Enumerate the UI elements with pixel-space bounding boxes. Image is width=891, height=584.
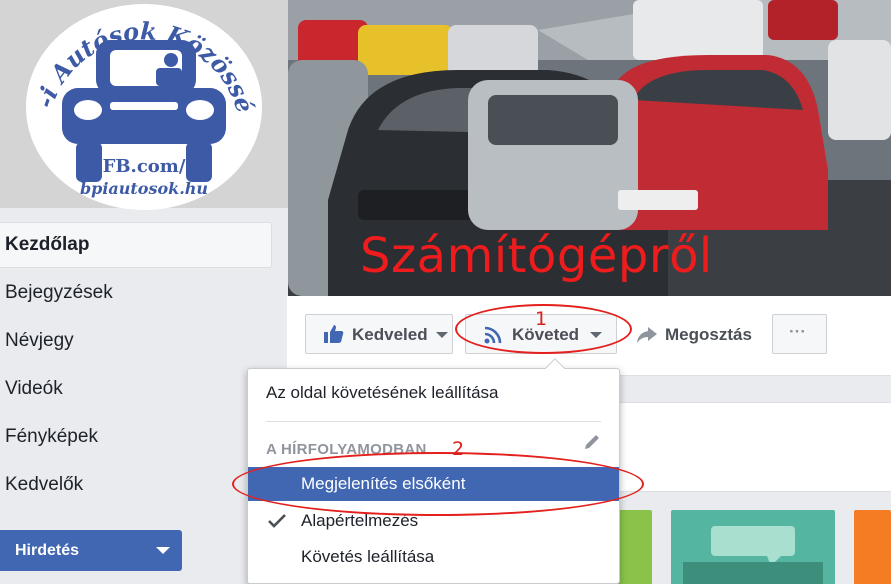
unfollow-page-option[interactable]: Az oldal követésének leállítása [266,383,606,403]
nav-item-posts[interactable]: Bejegyzések [0,269,272,317]
page-nav: Kezdőlap Bejegyzések Névjegy Videók Fény… [0,222,272,509]
nav-item-photos[interactable]: Fényképek [0,413,272,461]
nav-item-home[interactable]: Kezdőlap [0,222,272,268]
more-options-icon: ··· [789,322,806,341]
nav-item-videos[interactable]: Videók [0,365,272,413]
see-first-option[interactable]: Megjelenítés elsőként [248,467,619,501]
rss-follow-icon [484,326,502,344]
dropdown-divider [266,421,601,422]
default-option-label: Alapértelmezés [301,511,419,530]
thumbnail-teal[interactable] [671,510,835,584]
share-button-label: Megosztás [665,325,752,344]
profile-picture-frame: Bp-i Autósok Közössége FB.com/ bpiautoso… [0,0,288,210]
left-column: Bp-i Autósok Közössége FB.com/ bpiautoso… [0,0,288,584]
chat-bubble-icon [683,526,823,584]
car-logo-graphic: Bp-i Autósok Közössége FB.com/ bpiautoso… [26,4,260,198]
logo-line1: FB.com/ [103,156,186,177]
share-arrow-icon [637,327,657,343]
chevron-down-icon [590,332,602,338]
chevron-down-icon [156,547,170,554]
unfollow-option-label: Követés leállítása [301,547,435,566]
like-button-label: Kedveled [352,325,428,344]
unfollow-option[interactable]: Követés leállítása [248,539,619,575]
nav-item-likes[interactable]: Kedvelők [0,461,272,509]
more-options-button[interactable]: ··· [772,314,827,354]
logo-line2: bpiautosok.hu [80,179,208,198]
page-action-bar: Kedveled Követed Megosztás ··· [287,296,891,376]
thumbs-up-icon [324,325,344,343]
annotation-number-2: 2 [452,438,465,460]
pencil-edit-icon[interactable] [583,433,601,451]
see-first-label: Megjelenítés elsőként [301,474,466,493]
ad-button-label: Hirdetés [15,542,80,559]
ad-button[interactable]: Hirdetés [0,530,182,571]
checkmark-icon [268,514,286,528]
like-button[interactable]: Kedveled [305,314,453,354]
annotation-number-1: 1 [535,308,548,330]
page-logo[interactable]: Bp-i Autósok Közössége FB.com/ bpiautoso… [26,4,262,210]
dropdown-section-header: A HÍRFOLYAMODBAN [266,441,427,458]
cover-overlay-text: Számítógépről [360,228,713,284]
nav-item-about[interactable]: Névjegy [0,317,272,365]
default-option[interactable]: Alapértelmezés [248,503,619,539]
follow-dropdown-menu: Az oldal követésének leállítása A HÍRFOL… [247,358,620,584]
share-button[interactable]: Megosztás [626,314,768,354]
chevron-down-icon [436,332,448,338]
cover-photo[interactable]: Számítógépről [288,0,891,296]
thumbnail-orange[interactable] [854,510,891,584]
